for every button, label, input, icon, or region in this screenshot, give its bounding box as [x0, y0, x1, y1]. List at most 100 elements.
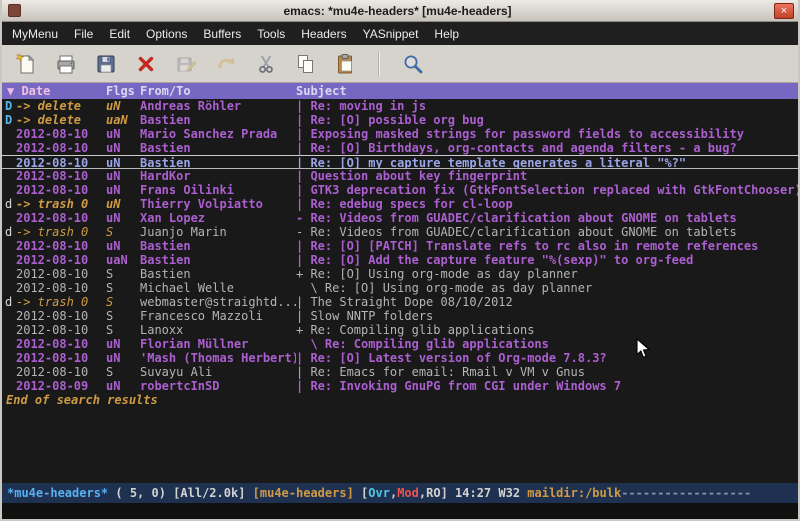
- message-from: Francesco Mazzoli: [140, 309, 296, 323]
- message-date: 2012-08-10: [16, 127, 106, 141]
- message-row[interactable]: d-> trash 0SJuanjo Marin- Re: Videos fro…: [2, 225, 798, 239]
- message-row[interactable]: 2012-08-10uNBastien| Re: [O] [PATCH] Tra…: [2, 239, 798, 253]
- menu-item-mymenu[interactable]: MyMenu: [4, 22, 66, 45]
- message-date: 2012-08-10: [16, 169, 106, 183]
- message-row[interactable]: 2012-08-10uNFrans Oilinki| GTK3 deprecat…: [2, 183, 798, 197]
- message-row[interactable]: 2012-08-10uN'Mash (Thomas Herbert)| Re: …: [2, 351, 798, 365]
- modeline-segment: [mu4e-headers]: [253, 486, 354, 500]
- copy-button[interactable]: [292, 50, 319, 77]
- mode-line: *mu4e-headers* ( 5, 0) [All/2.0k] [mu4e-…: [2, 483, 798, 503]
- menu-item-headers[interactable]: Headers: [293, 22, 354, 45]
- save-button[interactable]: [92, 50, 119, 77]
- message-row[interactable]: 2012-08-10uNHardKor| Question about key …: [2, 169, 798, 183]
- message-flags: uaN: [106, 113, 140, 127]
- message-mark: [2, 141, 16, 155]
- message-subject: | Re: Emacs for email: Rmail v VM v Gnus: [296, 365, 798, 379]
- message-subject: | Re: [O] Add the capture feature "%(sex…: [296, 253, 798, 267]
- message-mark: [2, 253, 16, 267]
- message-row[interactable]: 2012-08-10uNBastien| Re: [O] my capture …: [2, 155, 798, 169]
- paste-button[interactable]: [332, 50, 359, 77]
- message-mark: d: [2, 225, 16, 239]
- message-row[interactable]: d-> trash 0Swebmaster@straightd...| The …: [2, 295, 798, 309]
- message-mark: [2, 267, 16, 281]
- column-from[interactable]: From/To: [140, 83, 296, 99]
- message-flags: uN: [106, 197, 140, 211]
- message-flags: S: [106, 309, 140, 323]
- message-date: -> trash 0: [16, 225, 106, 239]
- message-date: 2012-08-10: [16, 156, 106, 168]
- message-row[interactable]: D-> deleteuNAndreas Röhler| Re: moving i…: [2, 99, 798, 113]
- message-from: Juanjo Marin: [140, 225, 296, 239]
- message-row[interactable]: 2012-08-10uNFlorian Müllner \ Re: Compil…: [2, 337, 798, 351]
- message-subject: + Re: Compiling glib applications: [296, 323, 798, 337]
- message-date: 2012-08-10: [16, 141, 106, 155]
- message-row[interactable]: 2012-08-10SSuvayu Ali| Re: Emacs for ema…: [2, 365, 798, 379]
- echo-area[interactable]: [2, 503, 798, 519]
- new-file-button[interactable]: [12, 50, 39, 77]
- message-row[interactable]: 2012-08-09uNrobertcInSD| Re: Invoking Gn…: [2, 379, 798, 393]
- column-header-line: ▼ Date Flgs From/To Subject: [2, 83, 798, 99]
- message-row[interactable]: 2012-08-10SFrancesco Mazzoli| Slow NNTP …: [2, 309, 798, 323]
- message-subject: \ Re: Compiling glib applications: [296, 337, 798, 351]
- message-date: 2012-08-10: [16, 281, 106, 295]
- message-mark: d: [2, 295, 16, 309]
- column-date[interactable]: ▼ Date: [2, 83, 106, 99]
- message-flags: uaN: [106, 253, 140, 267]
- save-icon: [95, 53, 117, 75]
- tool-bar: [2, 45, 798, 83]
- modeline-segment: ]: [441, 486, 455, 500]
- modeline-segment: [: [354, 486, 368, 500]
- message-flags: uN: [106, 239, 140, 253]
- message-row[interactable]: 2012-08-10uaNBastien| Re: [O] Add the ca…: [2, 253, 798, 267]
- menu-item-buffers[interactable]: Buffers: [195, 22, 249, 45]
- close-button[interactable]: ×: [774, 3, 794, 19]
- modeline-segment: 14:27 W32: [455, 486, 527, 500]
- menu-item-help[interactable]: Help: [426, 22, 467, 45]
- message-flags: uN: [106, 211, 140, 225]
- column-subject[interactable]: Subject: [296, 83, 798, 99]
- message-row[interactable]: 2012-08-10SBastien+ Re: [O] Using org-mo…: [2, 267, 798, 281]
- message-from: Bastien: [140, 267, 296, 281]
- message-date: 2012-08-09: [16, 379, 106, 393]
- message-date: 2012-08-10: [16, 323, 106, 337]
- message-subject: | Slow NNTP folders: [296, 309, 798, 323]
- message-from: Bastien: [140, 239, 296, 253]
- message-mark: [2, 183, 16, 197]
- message-row[interactable]: 2012-08-10SLanoxx+ Re: Compiling glib ap…: [2, 323, 798, 337]
- message-flags: uN: [106, 169, 140, 183]
- save-as-icon: [175, 53, 197, 75]
- message-row[interactable]: 2012-08-10uNBastien| Re: [O] Birthdays, …: [2, 141, 798, 155]
- message-flags: uN: [106, 127, 140, 141]
- save-as-button: [172, 50, 199, 77]
- message-date: 2012-08-10: [16, 337, 106, 351]
- message-row[interactable]: d-> trash 0uNThierry Volpiatto| Re: edeb…: [2, 197, 798, 211]
- message-from: Bastien: [140, 253, 296, 267]
- search-button[interactable]: [399, 50, 426, 77]
- message-subject: | Exposing masked strings for password f…: [296, 127, 798, 141]
- message-row[interactable]: 2012-08-10SMichael Welle \ Re: [O] Using…: [2, 281, 798, 295]
- message-date: -> trash 0: [16, 295, 106, 309]
- emacs-window: emacs: *mu4e-headers* [mu4e-headers] × M…: [0, 0, 800, 521]
- column-flags[interactable]: Flgs: [106, 83, 140, 99]
- menu-bar: MyMenuFileEditOptionsBuffersToolsHeaders…: [2, 22, 798, 45]
- message-flags: uN: [106, 156, 140, 168]
- menu-item-yasnippet[interactable]: YASnippet: [355, 22, 427, 45]
- message-date: -> delete: [16, 113, 106, 127]
- message-subject: | Re: [O] Latest version of Org-mode 7.8…: [296, 351, 798, 365]
- message-flags: S: [106, 365, 140, 379]
- message-from: webmaster@straightd...: [140, 295, 296, 309]
- message-row[interactable]: D-> deleteuaNBastien| Re: [O] possible o…: [2, 113, 798, 127]
- message-flags: uN: [106, 337, 140, 351]
- menu-item-edit[interactable]: Edit: [101, 22, 138, 45]
- cut-button[interactable]: [252, 50, 279, 77]
- message-from: Florian Müllner: [140, 337, 296, 351]
- close-buffer-button[interactable]: [132, 50, 159, 77]
- message-from: Xan Lopez: [140, 211, 296, 225]
- menu-item-tools[interactable]: Tools: [249, 22, 293, 45]
- message-row[interactable]: 2012-08-10uNMario Sanchez Prada| Exposin…: [2, 127, 798, 141]
- menu-item-options[interactable]: Options: [138, 22, 195, 45]
- menu-item-file[interactable]: File: [66, 22, 101, 45]
- message-subject: \ Re: [O] Using org-mode as day planner: [296, 281, 798, 295]
- message-row[interactable]: 2012-08-10uNXan Lopez- Re: Videos from G…: [2, 211, 798, 225]
- print-button[interactable]: [52, 50, 79, 77]
